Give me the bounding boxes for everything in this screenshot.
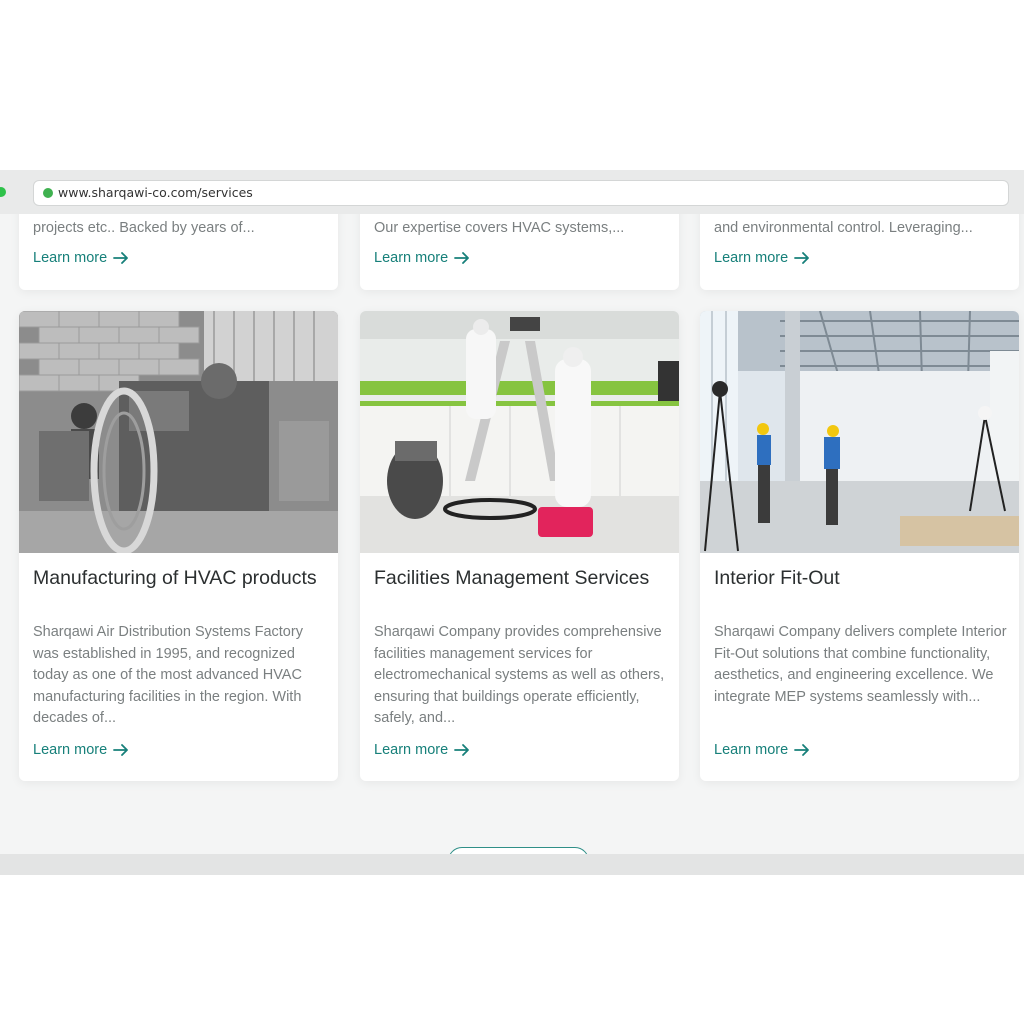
service-card-interior-fit-out: Interior Fit-Out Sharqawi Company delive…: [700, 311, 1019, 781]
arrow-right-icon: [454, 744, 470, 756]
browser-toolbar: www.sharqawi-co.com/services: [0, 170, 1024, 214]
card-description: Our expertise covers HVAC systems,...: [374, 220, 625, 236]
address-bar[interactable]: www.sharqawi-co.com/services: [33, 180, 1009, 206]
service-card-top-1: projects etc.. Backed by years of... Lea…: [19, 214, 338, 290]
learn-more-link[interactable]: Learn more: [714, 742, 810, 758]
service-card-top-2: Our expertise covers HVAC systems,... Le…: [360, 214, 679, 290]
service-card-top-3: and environmental control. Leveraging...…: [700, 214, 1019, 290]
url-text[interactable]: www.sharqawi-co.com/services: [58, 185, 253, 200]
page-viewport: projects etc.. Backed by years of... Lea…: [0, 214, 1024, 854]
facilities-cleaning-photo: [360, 311, 679, 553]
learn-more-label: Learn more: [374, 742, 449, 758]
arrow-right-icon: [794, 252, 810, 264]
view-all-button[interactable]: [448, 847, 589, 854]
hvac-factory-photo: [19, 311, 338, 553]
secure-dot-icon: [43, 188, 53, 198]
service-card-facilities-management: Facilities Management Services Sharqawi …: [360, 311, 679, 781]
arrow-right-icon: [454, 252, 470, 264]
interior-fitout-photo: [700, 311, 1019, 553]
card-description: projects etc.. Backed by years of...: [33, 220, 255, 236]
card-description: Sharqawi Company delivers complete Inter…: [714, 624, 1007, 705]
learn-more-link[interactable]: Learn more: [374, 250, 470, 266]
card-title: Interior Fit-Out: [714, 567, 840, 589]
learn-more-link[interactable]: Learn more: [33, 250, 129, 266]
card-title: Facilities Management Services: [374, 567, 650, 589]
card-description: Sharqawi Company provides comprehensive …: [374, 624, 665, 726]
card-title: Manufacturing of HVAC products: [33, 567, 317, 589]
learn-more-link[interactable]: Learn more: [714, 250, 810, 266]
service-card-hvac-manufacturing: Manufacturing of HVAC products Sharqawi …: [19, 311, 338, 781]
card-description: Sharqawi Air Distribution Systems Factor…: [33, 624, 303, 726]
learn-more-label: Learn more: [714, 250, 789, 266]
learn-more-label: Learn more: [714, 742, 789, 758]
browser-bottom-bar: [0, 854, 1024, 875]
window-control-dot-icon[interactable]: [0, 187, 6, 197]
arrow-right-icon: [113, 252, 129, 264]
learn-more-link[interactable]: Learn more: [33, 742, 129, 758]
learn-more-label: Learn more: [33, 742, 108, 758]
learn-more-link[interactable]: Learn more: [374, 742, 470, 758]
arrow-right-icon: [794, 744, 810, 756]
card-description: and environmental control. Leveraging...: [714, 220, 973, 236]
browser-window: www.sharqawi-co.com/services projects et…: [0, 170, 1024, 875]
arrow-right-icon: [113, 744, 129, 756]
learn-more-label: Learn more: [374, 250, 449, 266]
learn-more-label: Learn more: [33, 250, 108, 266]
